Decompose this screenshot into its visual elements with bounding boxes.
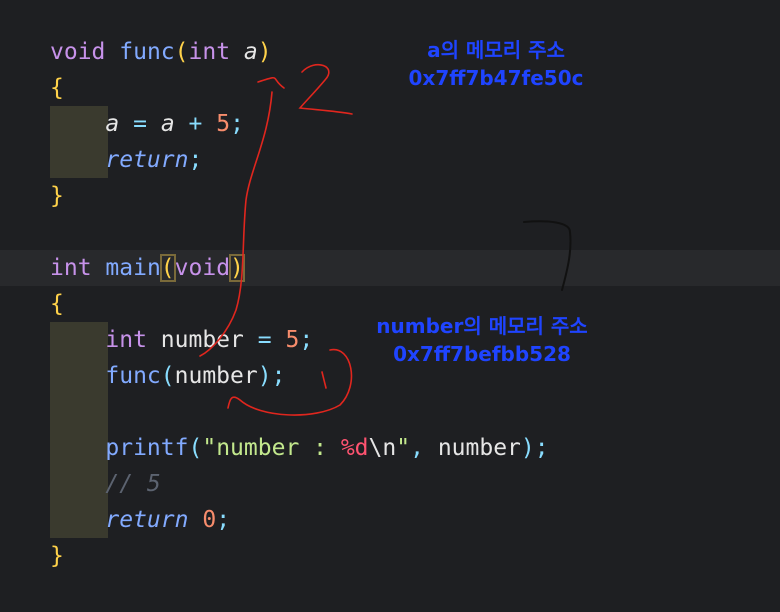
black-bracket-stroke (523, 220, 572, 291)
red-connector-stroke (199, 91, 273, 357)
handwritten-annotations (199, 63, 572, 416)
red-arrow-stroke (257, 76, 285, 89)
red-loop-stroke (227, 348, 353, 416)
red-number-2-stroke (298, 63, 353, 115)
red-tick-stroke (321, 371, 327, 389)
